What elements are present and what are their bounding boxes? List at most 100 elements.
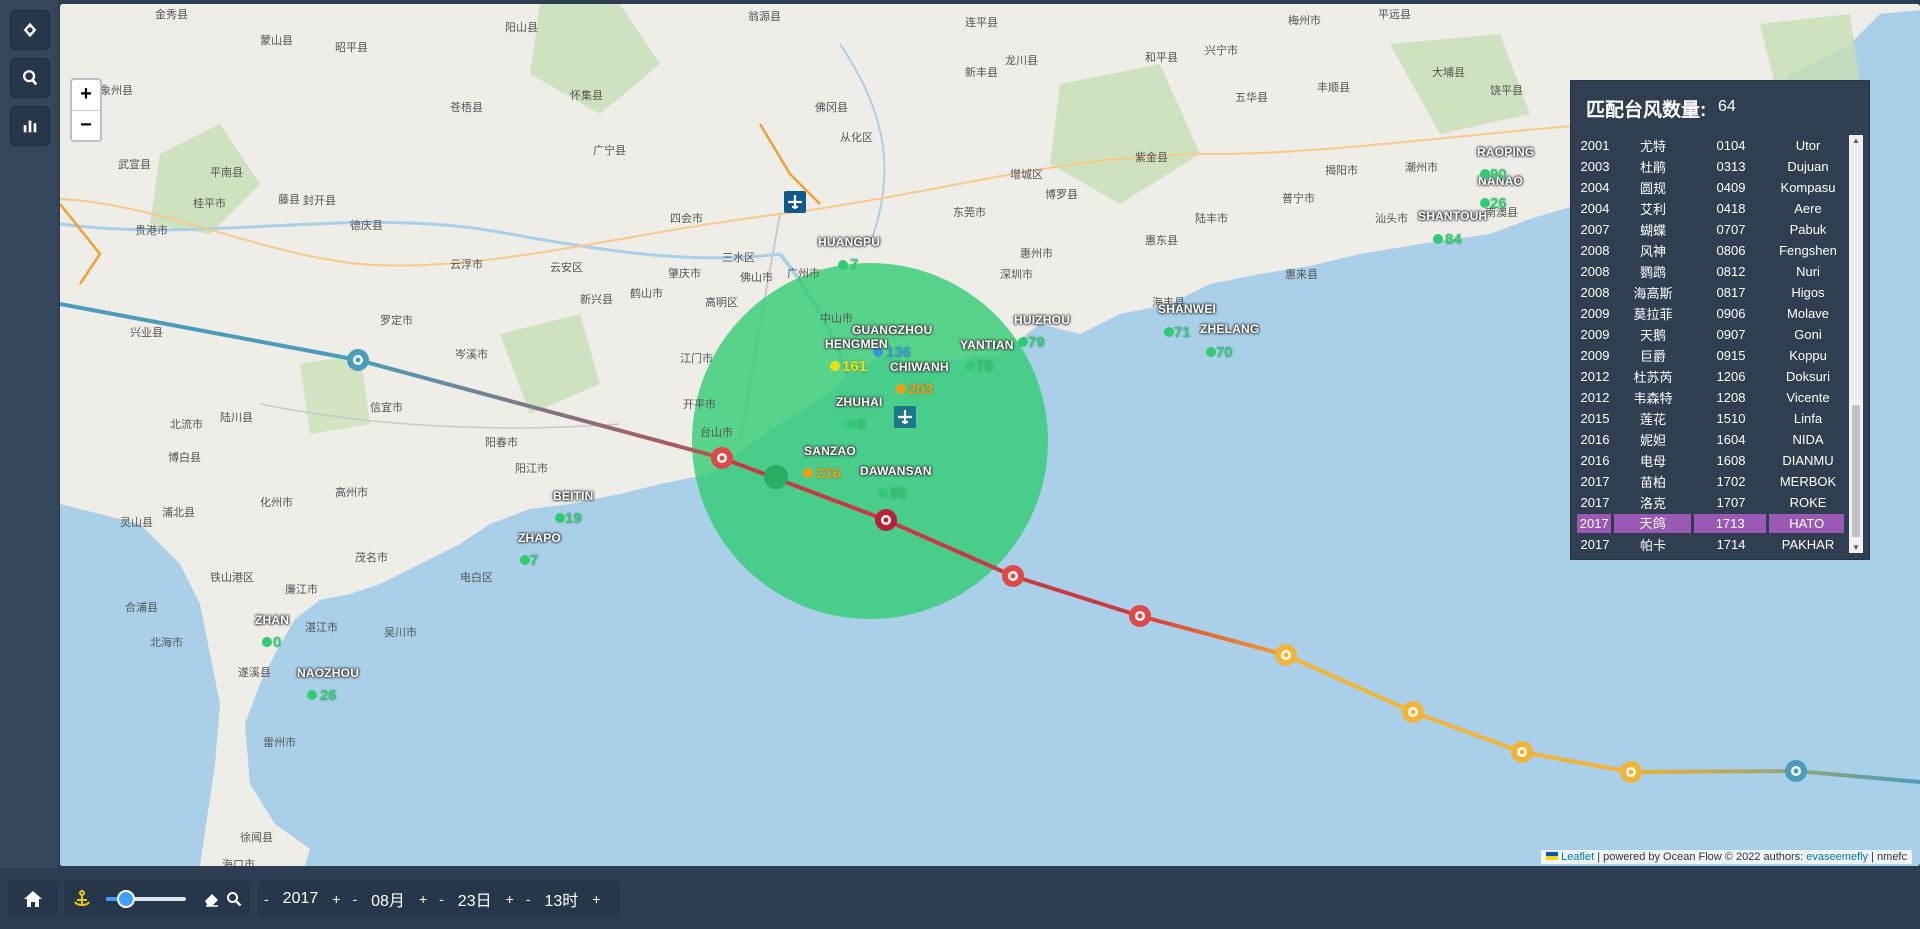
- station-label: HENGMEN: [825, 337, 888, 351]
- station-marker[interactable]: [846, 419, 856, 429]
- typhoon-en: DIANMU: [1782, 453, 1834, 468]
- station-value: 26: [320, 687, 337, 704]
- month-minus[interactable]: -: [352, 891, 357, 907]
- typhoon-en: Linfa: [1793, 411, 1823, 426]
- eraser-icon[interactable]: [202, 891, 220, 907]
- place-name: 惠来县: [1285, 269, 1318, 281]
- typhoon-year: 2016: [1580, 453, 1610, 468]
- station-marker[interactable]: [1480, 169, 1490, 179]
- scroll-thumb[interactable]: [1852, 405, 1860, 537]
- leaflet-link[interactable]: Leaflet: [1561, 851, 1594, 863]
- station-marker[interactable]: [896, 384, 906, 394]
- typhoon-row[interactable]: 2009 巨爵 0915 Koppu: [1577, 345, 1847, 366]
- typhoon-row[interactable]: 2008 风神 0806 Fengshen: [1577, 240, 1847, 261]
- typhoon-year: 2001: [1580, 138, 1610, 153]
- typhoon-row[interactable]: 2017 帕卡 1714 PAKHAR: [1577, 534, 1847, 553]
- airport-icon: [784, 191, 806, 213]
- typhoon-row[interactable]: 2004 艾利 0418 Aere: [1577, 198, 1847, 219]
- surge-radius-circle: [692, 263, 1048, 619]
- typhoon-row[interactable]: 2015 莲花 1510 Linfa: [1577, 408, 1847, 429]
- scrollbar[interactable]: ▲ ▼: [1849, 135, 1863, 553]
- place-name: 和平县: [1145, 52, 1178, 64]
- place-name: 徐闻县: [240, 832, 273, 844]
- typhoon-row[interactable]: 2016 电母 1608 DIANMU: [1577, 450, 1847, 471]
- station-marker[interactable]: [830, 361, 840, 371]
- typhoon-en: PAKHAR: [1781, 537, 1835, 552]
- typhoon-cn: 妮妲: [1639, 433, 1666, 448]
- station-marker[interactable]: [520, 555, 530, 565]
- place-name: 藤县: [278, 194, 300, 206]
- station-label: SHANTOUH: [1418, 209, 1488, 223]
- station-marker[interactable]: [878, 488, 888, 498]
- zoom-in-button[interactable]: +: [72, 80, 100, 110]
- typhoon-row[interactable]: 2012 杜苏芮 1206 Doksuri: [1577, 366, 1847, 387]
- typhoon-year: 2009: [1580, 327, 1610, 342]
- station-marker[interactable]: [838, 260, 848, 270]
- slider-knob[interactable]: [117, 890, 135, 908]
- station-marker[interactable]: [1206, 347, 1216, 357]
- typhoon-row[interactable]: 2001 尤特 0104 Utor: [1577, 135, 1847, 156]
- station-marker[interactable]: [803, 468, 813, 478]
- year-minus[interactable]: -: [264, 891, 269, 907]
- place-name: 云安区: [550, 262, 583, 274]
- place-name: 肇庆市: [668, 268, 701, 280]
- panel-count: 64: [1718, 98, 1736, 115]
- typhoon-row[interactable]: 2017 洛克 1707 ROKE: [1577, 492, 1847, 513]
- typhoon-row[interactable]: 2017 天鸽 1713 HATO: [1577, 513, 1847, 534]
- station-value: 84: [1445, 231, 1462, 248]
- locate-icon: [23, 22, 37, 38]
- chart-button[interactable]: [10, 106, 50, 146]
- zoom-out-button[interactable]: −: [72, 110, 100, 140]
- station-marker[interactable]: [262, 637, 272, 647]
- day-plus[interactable]: +: [506, 891, 514, 907]
- zoom-search-icon[interactable]: [226, 891, 242, 907]
- hour-minus[interactable]: -: [526, 891, 531, 907]
- place-name: 惠州市: [1020, 248, 1053, 260]
- typhoon-row[interactable]: 2008 海高斯 0817 Higos: [1577, 282, 1847, 303]
- locate-button[interactable]: [10, 10, 50, 50]
- station-marker[interactable]: [1164, 327, 1174, 337]
- typhoon-row[interactable]: 2009 天鹅 0907 Goni: [1577, 324, 1847, 345]
- hour-plus[interactable]: +: [592, 891, 600, 907]
- day-value: 23日: [457, 893, 492, 910]
- station-marker[interactable]: [1433, 234, 1443, 244]
- station-value: 70: [1216, 344, 1233, 361]
- typhoon-row[interactable]: 2008 鹦鹉 0812 Nuri: [1577, 261, 1847, 282]
- scroll-up-icon[interactable]: ▲: [1852, 136, 1860, 145]
- typhoon-cn: 圆规: [1639, 181, 1666, 196]
- radius-slider[interactable]: [106, 889, 186, 909]
- scroll-down-icon[interactable]: ▼: [1852, 543, 1860, 552]
- typhoon-year: 2012: [1580, 369, 1610, 384]
- typhoon-code: 1702: [1716, 474, 1746, 489]
- station-marker[interactable]: [1480, 198, 1490, 208]
- year-plus[interactable]: +: [332, 891, 340, 907]
- typhoon-year: 2012: [1580, 390, 1610, 405]
- station-marker[interactable]: [555, 513, 565, 523]
- station-marker[interactable]: [1018, 337, 1028, 347]
- typhoon-row[interactable]: 2009 莫拉菲 0906 Molave: [1577, 303, 1847, 324]
- typhoon-row[interactable]: 2004 圆规 0409 Kompasu: [1577, 177, 1847, 198]
- typhoon-row[interactable]: 2016 妮妲 1604 NIDA: [1577, 429, 1847, 450]
- home-button[interactable]: [8, 880, 58, 918]
- search-icon: [23, 70, 38, 86]
- day-minus[interactable]: -: [439, 891, 444, 907]
- typhoon-row[interactable]: 2007 蝴蝶 0707 Pabuk: [1577, 219, 1847, 240]
- typhoon-year: 2016: [1580, 432, 1610, 447]
- typhoon-row[interactable]: 2012 韦森特 1208 Vicente: [1577, 387, 1847, 408]
- anchor-icon[interactable]: [72, 889, 92, 909]
- author-link[interactable]: evaseemefly: [1806, 851, 1868, 863]
- typhoon-code: 1510: [1716, 411, 1746, 426]
- place-name: 佛山市: [740, 272, 773, 284]
- typhoon-row[interactable]: 2017 苗柏 1702 MERBOK: [1577, 471, 1847, 492]
- typhoon-row[interactable]: 2003 杜鹃 0313 Dujuan: [1577, 156, 1847, 177]
- search-button[interactable]: [10, 58, 50, 98]
- place-name: 罗定市: [380, 315, 413, 327]
- station-value: 75: [976, 358, 993, 375]
- place-name: 吴川市: [384, 627, 417, 639]
- place-name: 阳春市: [485, 437, 518, 449]
- station-marker[interactable]: [965, 361, 975, 371]
- typhoon-cn: 天鸽: [1614, 514, 1691, 533]
- typhoon-year: 2017: [1580, 495, 1610, 510]
- station-marker[interactable]: [307, 690, 317, 700]
- month-plus[interactable]: +: [419, 891, 427, 907]
